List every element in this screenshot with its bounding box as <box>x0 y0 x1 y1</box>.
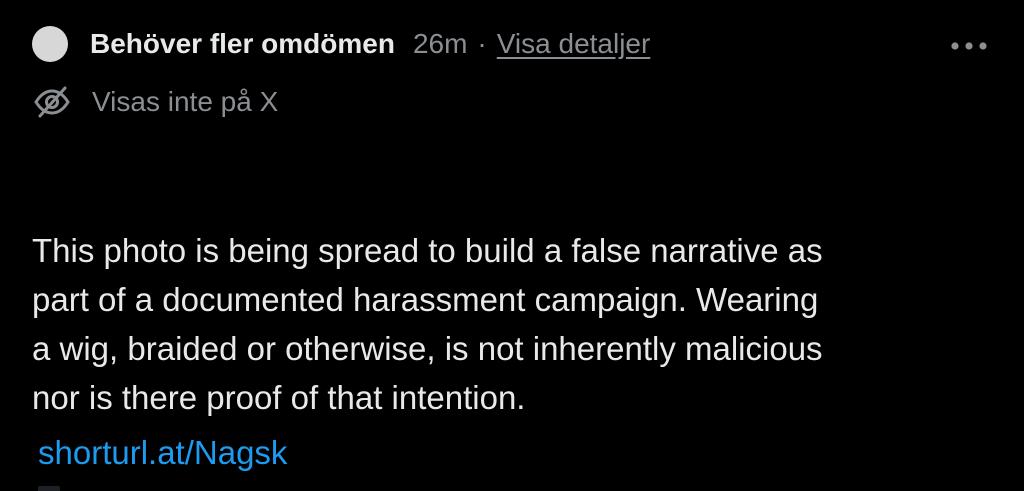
meta-separator: · <box>477 28 487 59</box>
cropped-element-fragment <box>38 486 60 491</box>
note-line: This photo is being spread to build a fa… <box>32 232 823 269</box>
note-status-row: Behöver fler omdömen 26m · Visa detaljer <box>32 22 650 66</box>
note-timestamp: 26m <box>412 28 468 59</box>
status-avatar-dot <box>32 26 68 62</box>
community-note: Behöver fler omdömen 26m · Visa detaljer… <box>0 0 1024 491</box>
eye-off-icon <box>32 82 72 122</box>
source-link[interactable]: shorturl.at/Nagsk <box>38 428 287 477</box>
visibility-label: Visas inte på X <box>92 86 279 117</box>
note-body: This photo is being spread to build a fa… <box>32 226 1002 422</box>
note-line: part of a documented harassment campaign… <box>32 281 819 318</box>
note-status-title: Behöver fler omdömen <box>90 28 395 59</box>
more-horizontal-icon[interactable] <box>946 36 992 56</box>
note-line: nor is there proof of that intention. <box>32 379 526 416</box>
visibility-status-row: Visas inte på X <box>32 80 278 124</box>
note-line: a wig, braided or otherwise, is not inhe… <box>32 330 823 367</box>
view-details-link[interactable]: Visa detaljer <box>497 28 651 60</box>
